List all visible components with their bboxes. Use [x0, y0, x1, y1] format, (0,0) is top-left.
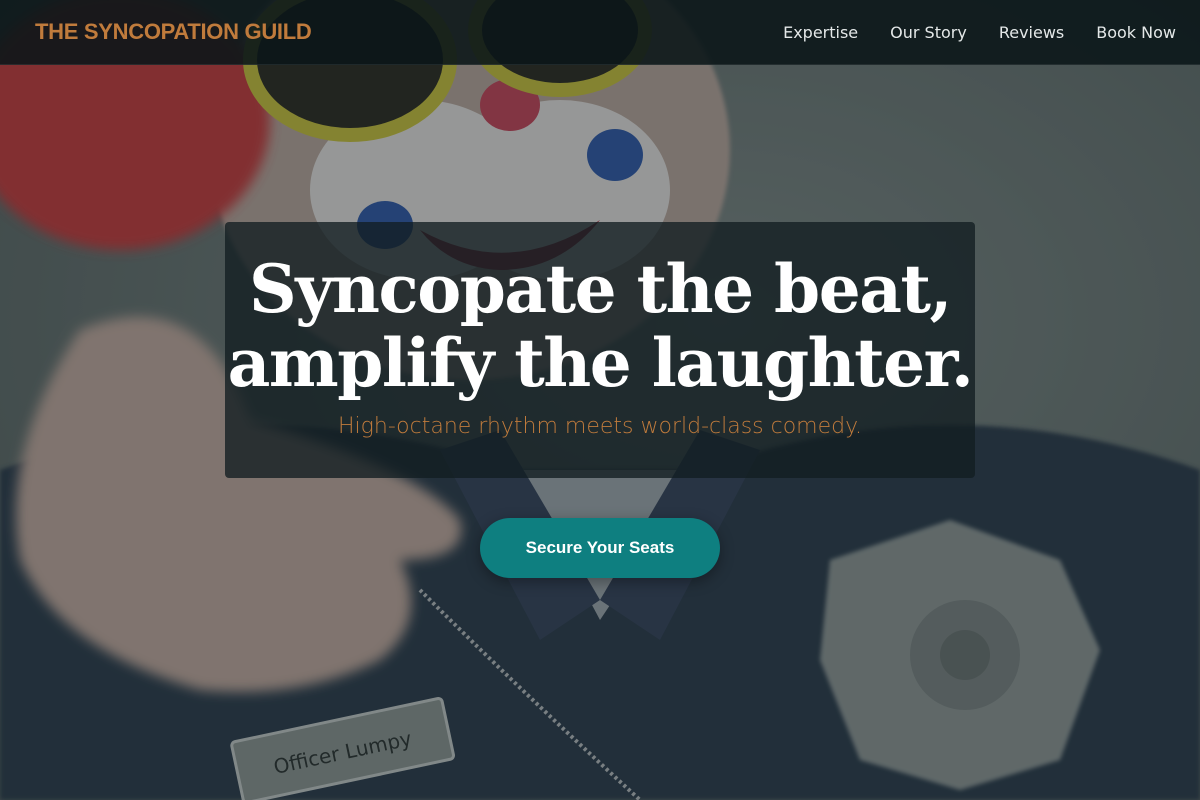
- headline-line-2: amplify the laughter.: [227, 324, 974, 402]
- brand-logo[interactable]: THE SYNCOPATION GUILD: [35, 19, 312, 45]
- hero-headline-card: Syncopate the beat, amplify the laughter…: [225, 222, 975, 478]
- headline-line-1: Syncopate the beat,: [249, 250, 952, 328]
- secure-seats-button[interactable]: Secure Your Seats: [480, 518, 720, 578]
- nav-links: Expertise Our Story Reviews Book Now: [783, 23, 1176, 42]
- nav-link-reviews[interactable]: Reviews: [999, 23, 1064, 42]
- navbar: THE SYNCOPATION GUILD Expertise Our Stor…: [0, 0, 1200, 65]
- hero-subheadline: High-octane rhythm meets world-class com…: [338, 414, 862, 439]
- nav-link-our-story[interactable]: Our Story: [890, 23, 967, 42]
- nav-link-expertise[interactable]: Expertise: [783, 23, 858, 42]
- hero-headline: Syncopate the beat, amplify the laughter…: [227, 250, 974, 402]
- nav-link-book-now[interactable]: Book Now: [1096, 23, 1176, 42]
